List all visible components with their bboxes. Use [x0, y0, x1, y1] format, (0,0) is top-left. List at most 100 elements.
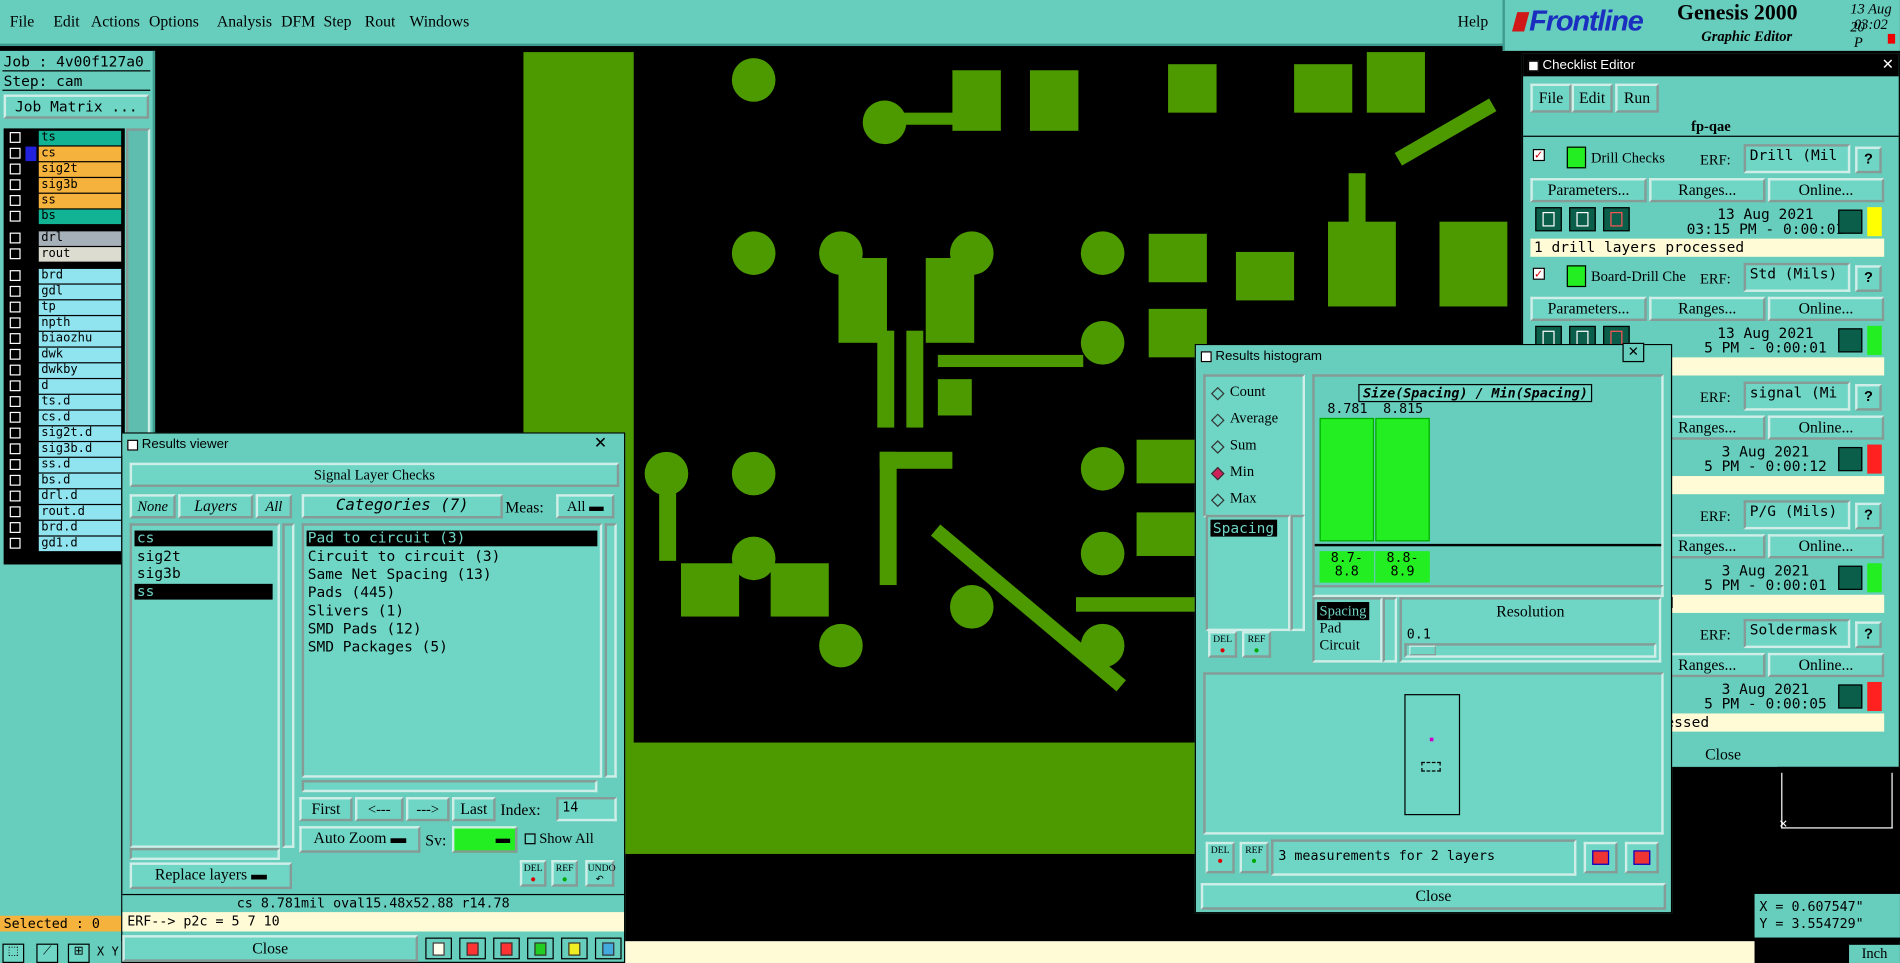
layer-checkbox[interactable]	[9, 163, 21, 175]
rv-category-item[interactable]: Pad to circuit (3)	[306, 530, 598, 547]
layer-checkbox[interactable]	[9, 490, 21, 502]
rv-category-item[interactable]: SMD Pads (12)	[307, 621, 598, 637]
layers-button[interactable]: Layers	[178, 494, 254, 519]
radio-average[interactable]	[1210, 413, 1225, 428]
check-select-box[interactable]: ✓	[1532, 267, 1545, 280]
rv-category-item[interactable]: Pads (445)	[307, 584, 598, 601]
layer-checkbox[interactable]	[9, 396, 21, 407]
layer-checkbox[interactable]	[9, 147, 21, 159]
check-help-button[interactable]: ?	[1855, 265, 1882, 292]
menu-item-actions[interactable]: Actions	[91, 12, 149, 31]
rv-category-item[interactable]: Circuit to circuit (3)	[307, 548, 598, 565]
rv-layer-scrollbar[interactable]	[282, 523, 295, 848]
layer-row-dwkby[interactable]: dwkby	[38, 363, 122, 378]
checklist-menu-file[interactable]: File	[1530, 83, 1572, 113]
clear-icon[interactable]	[493, 937, 520, 960]
layer-row-drl.d[interactable]: drl.d	[38, 489, 122, 504]
rv-category-list[interactable]: Pad to circuit (3) Circuit to circuit (3)…	[301, 523, 603, 778]
resolution-slider[interactable]	[1404, 643, 1657, 658]
hist-del-button[interactable]: DEL ●	[1205, 841, 1235, 874]
online-button[interactable]: Online...	[1767, 652, 1885, 678]
stop-icon[interactable]	[1603, 207, 1630, 232]
check-help-button[interactable]: ?	[1855, 383, 1882, 411]
layer-row-bs[interactable]: bs	[38, 209, 122, 225]
menu-help[interactable]: Help	[1458, 12, 1489, 31]
layer-row-sig3b.d[interactable]: sig3b.d	[38, 442, 122, 457]
rv-layer-item[interactable]: sig2t	[134, 548, 272, 564]
checklist-close-icon[interactable]: ✕	[1882, 56, 1894, 73]
checklist-menu-run[interactable]: Run	[1615, 83, 1659, 113]
histogram-close-button[interactable]: Close	[1200, 883, 1667, 910]
layer-row-ts.d[interactable]: ts.d	[38, 394, 122, 410]
menu-item-analysis[interactable]: Analysis	[217, 12, 281, 31]
layer-row-npth[interactable]: npth	[38, 316, 122, 331]
rv-layer-item[interactable]: sig3b	[134, 565, 272, 582]
layer-row-ts[interactable]: ts	[38, 130, 122, 146]
zoom-results-icon[interactable]	[1838, 684, 1863, 709]
parameters-button[interactable]: Parameters...	[1530, 178, 1647, 203]
mode-radio-group[interactable]: Count Average Sum Min Max	[1203, 374, 1306, 518]
spacing-type-item[interactable]: Spacing	[1317, 602, 1369, 621]
layer-row-tp[interactable]: tp	[38, 300, 122, 315]
menu-item-dfm[interactable]: DFM	[281, 12, 323, 31]
next-button[interactable]: --->	[405, 797, 450, 822]
layer-row-brd.d[interactable]: brd.d	[38, 520, 122, 536]
layer-row-drl[interactable]: drl	[38, 231, 122, 246]
hist-ref-button[interactable]: REF ●	[1239, 841, 1269, 874]
layer-row-ss.d[interactable]: ss.d	[38, 457, 122, 473]
replace-layers-dropdown[interactable]: Replace layers ▬	[129, 862, 293, 890]
online-button[interactable]: Online...	[1767, 296, 1885, 321]
erf-field[interactable]: Soldermask	[1743, 618, 1851, 649]
measurement-type-list[interactable]: Spacing	[1205, 514, 1291, 632]
layer-row-rout.d[interactable]: rout.d	[38, 505, 122, 520]
menu-item-rout[interactable]: Rout	[365, 12, 410, 31]
layer-row-sig2t[interactable]: sig2t	[38, 162, 122, 177]
first-button[interactable]: First	[299, 797, 353, 822]
layer-list[interactable]: ts cs sig2t sig3b ss bs drl rout brd gdl tp npth bia…	[3, 128, 125, 565]
layer-checkbox[interactable]	[9, 474, 21, 486]
hist-export-button-2[interactable]	[1624, 841, 1659, 874]
slider-thumb[interactable]	[1409, 645, 1436, 656]
layer-row-rout[interactable]: rout	[38, 247, 122, 262]
results-viewer-close-button[interactable]: Close	[122, 935, 419, 962]
zoom-results-icon[interactable]	[1838, 446, 1863, 472]
script-icon[interactable]	[425, 937, 452, 960]
layer-row-d[interactable]: d	[38, 379, 122, 394]
ref-button[interactable]: REF ●	[551, 860, 578, 887]
delete-marker-icon[interactable]	[459, 937, 486, 960]
rv-layer-item[interactable]: cs	[134, 530, 273, 547]
del-button[interactable]: DEL ●	[519, 860, 547, 887]
check-help-button[interactable]: ?	[1855, 502, 1882, 530]
hist-export-button-1[interactable]	[1583, 841, 1618, 874]
online-button[interactable]: Online...	[1767, 178, 1885, 203]
ranges-button[interactable]: Ranges...	[1649, 296, 1766, 321]
rv-layer-hscroll[interactable]	[129, 847, 280, 861]
layer-row-gdl[interactable]: gdl	[38, 284, 122, 300]
layer-checkbox[interactable]	[9, 179, 21, 191]
run-icon[interactable]	[1535, 207, 1562, 232]
none-button[interactable]: None	[129, 494, 176, 519]
undo-button[interactable]: UNDO ↶	[585, 860, 616, 887]
histogram-chart[interactable]: Size(Spacing) / Min(Spacing) 8.781 8.7- 8…	[1312, 374, 1664, 590]
online-button[interactable]: Online...	[1767, 415, 1885, 440]
layer-checkbox[interactable]	[9, 317, 21, 329]
checklist-close-button[interactable]: Close	[1668, 744, 1778, 767]
layer-row-sig2t.d[interactable]: sig2t.d	[38, 426, 122, 441]
auto-zoom-dropdown[interactable]: Auto Zoom ▬	[299, 826, 421, 853]
zoom-icon[interactable]: ⬚	[2, 943, 25, 963]
spacing-type-list[interactable]: Spacing Pad Circuit	[1312, 597, 1383, 663]
online-button[interactable]: Online...	[1767, 534, 1885, 559]
layer-row-brd[interactable]: brd	[38, 268, 122, 284]
histogram-hscroll[interactable]	[1312, 585, 1664, 598]
show-all-checkbox[interactable]	[524, 833, 536, 845]
layer-row-dwk[interactable]: dwk	[38, 347, 122, 363]
layer-checkbox[interactable]	[9, 132, 21, 143]
rv-layer-list[interactable]: cs sig2t sig3b ss	[129, 523, 280, 848]
rv-category-item[interactable]: Same Net Spacing (13)	[307, 566, 598, 583]
layer-checkbox[interactable]	[9, 210, 21, 222]
zoom-results-icon[interactable]	[1838, 209, 1863, 234]
layer-icon[interactable]	[527, 937, 554, 960]
layer-checkbox[interactable]	[9, 459, 21, 470]
layer-checkbox[interactable]	[9, 195, 21, 206]
measure-icon[interactable]: ⟋	[36, 943, 59, 963]
